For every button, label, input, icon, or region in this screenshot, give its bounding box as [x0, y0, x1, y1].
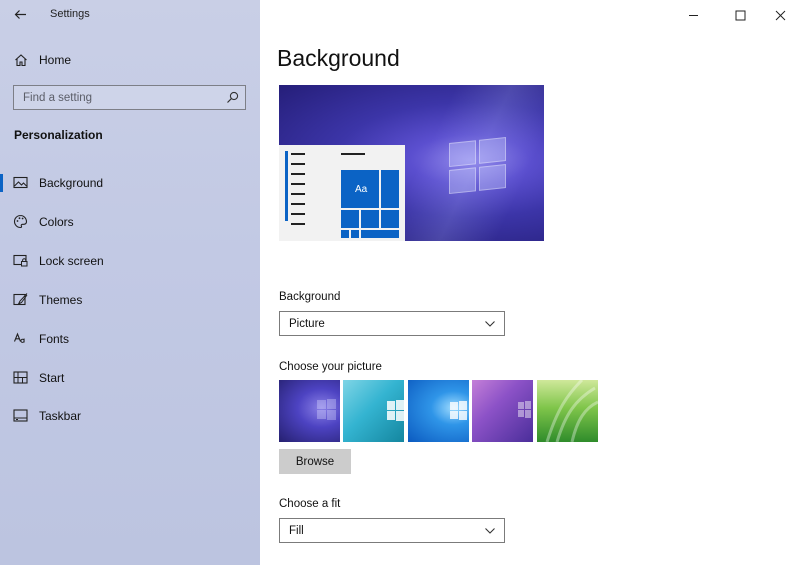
windows-logo-icon	[450, 401, 467, 420]
background-dropdown[interactable]: Picture	[279, 311, 505, 336]
preview-tile-text: Aa	[355, 184, 368, 195]
preview-list-line	[291, 183, 305, 185]
fit-dropdown-value: Fill	[289, 525, 304, 537]
search-box[interactable]	[13, 85, 246, 110]
picture-thumbnail[interactable]	[472, 380, 533, 442]
windows-logo-icon	[317, 399, 336, 420]
sidebar-item-label: Colors	[39, 215, 74, 229]
sidebar-item-colors[interactable]: Colors	[0, 207, 260, 237]
preview-list-line	[291, 213, 305, 215]
picture-thumbnail[interactable]	[343, 380, 404, 442]
sidebar-item-background[interactable]: Background	[0, 168, 260, 198]
picture-thumbnail[interactable]	[279, 380, 340, 442]
picture-thumbnails	[279, 380, 601, 442]
sidebar-item-label: Start	[39, 371, 65, 385]
sidebar-item-label: Lock screen	[39, 254, 104, 268]
preview-list-line	[291, 203, 305, 205]
window-controls	[660, 0, 800, 30]
close-icon	[775, 10, 785, 20]
preview-list-line	[291, 163, 305, 165]
windows-logo-icon	[518, 401, 531, 418]
preview-tile	[361, 210, 379, 228]
minimize-button[interactable]	[682, 4, 704, 26]
app-title: Settings	[50, 8, 90, 20]
sidebar-item-start[interactable]: Start	[0, 363, 260, 393]
preview-tile	[381, 170, 399, 208]
section-title: Personalization	[14, 128, 103, 142]
start-icon	[13, 371, 28, 384]
fit-label: Choose a fit	[279, 498, 341, 510]
selection-indicator	[0, 174, 3, 192]
choose-picture-label: Choose your picture	[279, 361, 382, 373]
preview-list-line	[291, 193, 305, 195]
sidebar-item-lock-screen[interactable]: Lock screen	[0, 246, 260, 276]
preview-tile	[351, 230, 359, 238]
palette-icon	[13, 214, 28, 229]
search-icon[interactable]	[226, 91, 239, 104]
back-arrow-icon	[14, 9, 26, 19]
maximize-icon	[735, 10, 745, 20]
picture-icon	[13, 176, 28, 189]
back-button[interactable]	[8, 3, 32, 25]
sidebar-item-label: Home	[39, 53, 72, 67]
preview-list-line	[291, 173, 305, 175]
sidebar-item-label: Fonts	[39, 332, 70, 346]
sidebar-item-label: Background	[39, 176, 104, 190]
windows-logo-icon	[387, 400, 404, 421]
title-bar: Settings	[0, 0, 260, 30]
grass-decoration	[545, 380, 598, 442]
preview-tile	[341, 210, 359, 228]
preview-list-accent	[285, 151, 288, 221]
preview-tile-header	[341, 153, 365, 155]
chevron-down-icon	[485, 321, 495, 327]
sidebar-item-taskbar[interactable]: Taskbar	[0, 401, 260, 431]
minimize-icon	[688, 14, 698, 16]
browse-button[interactable]: Browse	[279, 449, 351, 474]
preview-tile	[361, 230, 399, 238]
close-button[interactable]	[769, 4, 791, 26]
taskbar-icon	[13, 409, 28, 422]
sidebar-item-home[interactable]: Home	[0, 46, 260, 74]
preview-list-line	[291, 153, 305, 155]
maximize-button[interactable]	[729, 4, 751, 26]
page-title: Background	[277, 45, 400, 71]
background-dropdown-value: Picture	[289, 318, 325, 330]
sidebar-item-label: Taskbar	[39, 409, 82, 423]
sidebar-item-label: Themes	[39, 293, 83, 307]
sidebar-item-fonts[interactable]: Fonts	[0, 324, 260, 354]
preview-list-line	[291, 223, 305, 225]
windows-logo-icon	[449, 137, 507, 195]
themes-icon	[13, 293, 28, 306]
background-preview: Aa	[279, 85, 544, 241]
background-label: Background	[279, 291, 341, 303]
picture-thumbnail[interactable]	[537, 380, 598, 442]
picture-thumbnail[interactable]	[408, 380, 469, 442]
lock-screen-icon	[13, 254, 28, 267]
chevron-down-icon	[485, 528, 495, 534]
fonts-icon	[13, 332, 25, 343]
fit-dropdown[interactable]: Fill	[279, 518, 505, 543]
preview-tile	[381, 210, 399, 228]
sidebar: Settings Home Personalization Background…	[0, 0, 260, 565]
preview-tile	[341, 230, 349, 238]
search-input[interactable]	[14, 86, 219, 109]
sidebar-item-themes[interactable]: Themes	[0, 285, 260, 315]
home-icon	[15, 54, 27, 67]
